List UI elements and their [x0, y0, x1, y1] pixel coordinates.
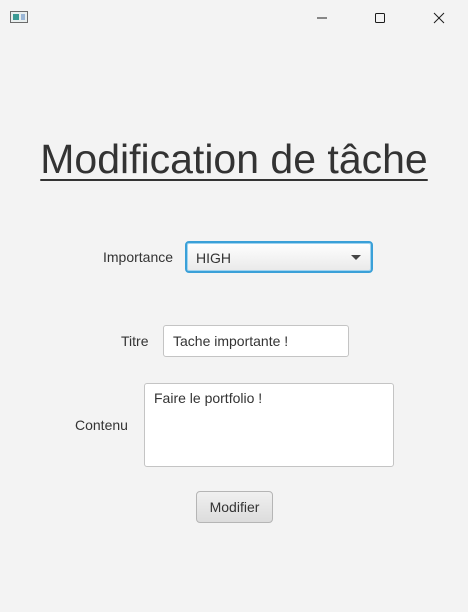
minimize-icon [317, 17, 327, 19]
chevron-down-icon [351, 255, 361, 260]
app-icon [10, 11, 28, 23]
app-window: Modification de tâche Importance HIGH Ti… [0, 0, 468, 612]
titre-input[interactable] [163, 325, 349, 357]
contenu-label: Contenu [75, 417, 128, 433]
title-bar [0, 0, 468, 36]
close-button[interactable] [416, 0, 462, 36]
titre-label: Titre [121, 333, 149, 349]
page-title: Modification de tâche [40, 136, 428, 182]
modifier-button[interactable]: Modifier [196, 491, 273, 523]
importance-selected-value: HIGH [196, 250, 231, 266]
maximize-button[interactable] [357, 0, 403, 36]
maximize-icon [375, 13, 385, 23]
minimize-button[interactable] [299, 0, 345, 36]
importance-label: Importance [103, 249, 174, 265]
contenu-textarea[interactable]: Faire le portfolio ! [144, 383, 394, 467]
importance-select[interactable]: HIGH [185, 241, 373, 273]
close-icon [433, 12, 445, 24]
